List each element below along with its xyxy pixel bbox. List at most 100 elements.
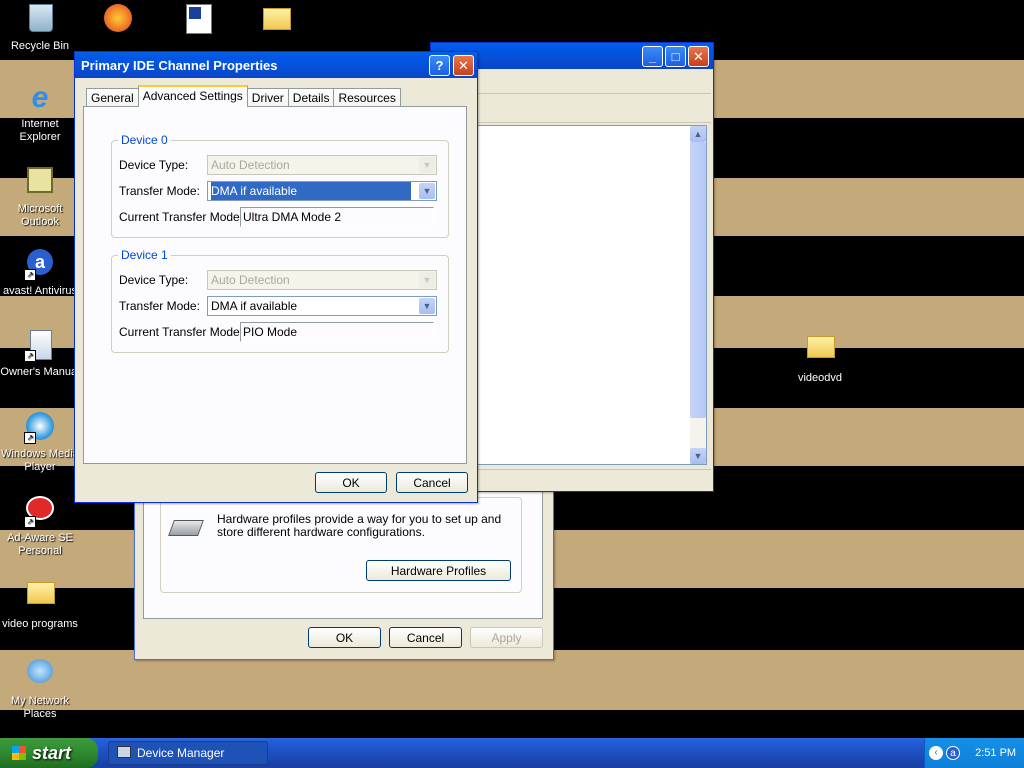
desktop-icon-label: videodvd	[797, 372, 843, 384]
start-label: start	[32, 743, 72, 763]
system-properties-cancel-button[interactable]: Cancel	[389, 627, 462, 648]
dialog-cancel-button[interactable]: Cancel	[396, 472, 468, 493]
desktop-icon-firefox[interactable]	[78, 2, 158, 40]
shortcut-arrow-icon: ↗	[24, 269, 36, 281]
device0-transfer-label: Transfer Mode:	[119, 184, 200, 198]
device-tree[interactable]: ▲ ▼	[477, 125, 707, 465]
dialog-title: Primary IDE Channel Properties	[81, 57, 278, 73]
dialog-titlebar: Primary IDE Channel Properties ? ✕	[75, 52, 477, 78]
scroll-up-icon[interactable]: ▲	[690, 126, 706, 142]
desktop-icon-ad-aware[interactable]: ↗ Ad-Aware SE Personal	[0, 492, 80, 558]
shortcut-arrow-icon: ↗	[24, 516, 36, 528]
computer-icon	[117, 746, 131, 758]
device1-type-select[interactable]: Auto Detection ▼	[207, 270, 437, 290]
desktop-icon-avast[interactable]: a ↗ avast! Antivirus	[0, 246, 80, 298]
hardware-profiles-icon	[168, 514, 204, 538]
avast-icon: a ↗	[24, 249, 56, 281]
shortcut-arrow-icon: ↗	[24, 350, 36, 362]
vertical-scrollbar[interactable]: ▲ ▼	[690, 126, 706, 464]
tab-general[interactable]: General	[86, 88, 139, 107]
device1-group: Device 1 Device Type: Auto Detection ▼ T…	[111, 248, 449, 353]
shortcut-arrow-icon: ↗	[24, 432, 36, 444]
desktop-icon-my-network-places[interactable]: My Network Places	[0, 656, 80, 721]
desktop-icon-label: video programs	[2, 618, 78, 630]
device0-type-select[interactable]: Auto Detection ▼	[207, 155, 437, 175]
avast-tray-icon[interactable]: a	[946, 746, 961, 761]
advanced-settings-panel: Device 0 Device Type: Auto Detection ▼ T…	[83, 106, 467, 464]
tab-driver[interactable]: Driver	[246, 88, 289, 107]
help-button[interactable]: ?	[429, 54, 450, 76]
device0-group: Device 0 Device Type: Auto Detection ▼ T…	[111, 133, 449, 238]
dialog-ok-button[interactable]: OK	[315, 472, 387, 493]
ad-aware-icon: ↗	[24, 496, 56, 528]
network-places-icon	[24, 659, 56, 691]
chevron-down-icon: ▼	[419, 272, 435, 288]
system-properties-apply-button[interactable]: Apply	[470, 627, 543, 648]
flame-icon	[102, 4, 134, 36]
desktop-icon-label: Ad-Aware SE Personal	[7, 532, 73, 557]
media-player-icon: ↗	[24, 412, 56, 444]
taskbar: start Device Manager ‹ a 2:51 PM	[0, 738, 1024, 768]
maximize-button[interactable]: □	[665, 45, 686, 67]
device1-current-label: Current Transfer Mode:	[119, 325, 244, 339]
desktop-icon-folder-top[interactable]	[236, 2, 316, 44]
device0-current-label: Current Transfer Mode:	[119, 210, 244, 224]
hardware-profiles-group: Hardware profiles provide a way for you …	[160, 497, 522, 593]
device1-transfer-value: DMA if available	[211, 299, 298, 313]
desktop-icon-label: Microsoft Outlook	[17, 203, 63, 228]
desktop-icon-microsoft-outlook[interactable]: Microsoft Outlook	[0, 164, 80, 229]
start-button[interactable]: start	[0, 738, 98, 768]
desktop-icon-label: avast! Antivirus	[3, 285, 77, 297]
ide-channel-properties-dialog: Primary IDE Channel Properties ? ✕ Gener…	[74, 51, 478, 503]
chevron-down-icon[interactable]: ▼	[419, 183, 435, 199]
device1-title: Device 1	[118, 248, 171, 262]
tab-advanced-settings[interactable]: Advanced Settings	[137, 85, 248, 107]
folder-icon	[24, 582, 56, 614]
word-document-icon	[182, 4, 214, 36]
desktop-icon-internet-explorer[interactable]: e Internet Explorer	[0, 82, 80, 144]
desktop-icon-videodvd[interactable]: videodvd	[780, 330, 860, 385]
device1-type-label: Device Type:	[119, 273, 189, 287]
taskbar-item-device-manager[interactable]: Device Manager	[108, 741, 268, 765]
device0-type-value: Auto Detection	[211, 158, 290, 172]
scroll-thumb[interactable]	[690, 142, 706, 418]
system-properties-ok-button[interactable]: OK	[308, 627, 381, 648]
desktop-icon-windows-media-player[interactable]: ↗ Windows Media Player	[0, 410, 80, 474]
hardware-profiles-button[interactable]: Hardware Profiles	[366, 560, 511, 581]
device0-transfer-select[interactable]: DMA if available ▼	[207, 181, 437, 201]
tab-resources[interactable]: Resources	[333, 88, 401, 107]
manual-icon: ↗	[24, 330, 56, 362]
device1-current-value: PIO Mode	[240, 322, 434, 342]
chevron-left-icon[interactable]: ‹	[929, 746, 943, 761]
device0-title: Device 0	[118, 133, 171, 147]
scroll-down-icon[interactable]: ▼	[690, 448, 706, 464]
chevron-down-icon: ▼	[419, 157, 435, 173]
desktop-icon-video-programs[interactable]: video programs	[0, 576, 80, 631]
desktop-icon-recycle-bin[interactable]: Recycle Bin	[0, 2, 80, 53]
close-button[interactable]: ✕	[688, 45, 709, 67]
tab-details[interactable]: Details	[287, 88, 335, 107]
device0-type-label: Device Type:	[119, 158, 189, 172]
desktop-icon-word-document[interactable]	[158, 2, 238, 40]
minimize-button[interactable]: _	[642, 45, 663, 67]
device1-transfer-label: Transfer Mode:	[119, 299, 200, 313]
desktop-icon-label: Internet Explorer	[19, 118, 61, 143]
dialog-close-button[interactable]: ✕	[453, 54, 474, 76]
device1-type-value: Auto Detection	[211, 273, 290, 287]
clock: 2:51 PM	[975, 747, 1017, 759]
tab-strip: General Advanced Settings Driver Details…	[86, 85, 401, 107]
folder-icon	[804, 336, 836, 368]
outlook-icon	[24, 167, 56, 199]
desktop-icon-label: Recycle Bin	[10, 40, 70, 52]
windows-logo-icon	[12, 746, 26, 760]
desktop-icon-label: My Network Places	[10, 695, 70, 720]
taskbar-item-label: Device Manager	[137, 746, 225, 760]
device0-current-value: Ultra DMA Mode 2	[240, 207, 434, 227]
device0-transfer-value: DMA if available	[211, 182, 411, 200]
system-tray: ‹ a 2:51 PM	[924, 738, 1024, 768]
desktop-icon-label: Owner's Manual	[0, 366, 80, 378]
chevron-down-icon[interactable]: ▼	[419, 298, 435, 314]
desktop-icon-owners-manual[interactable]: ↗ Owner's Manual	[0, 328, 80, 379]
folder-icon	[260, 8, 292, 40]
device1-transfer-select[interactable]: DMA if available ▼	[207, 296, 437, 316]
